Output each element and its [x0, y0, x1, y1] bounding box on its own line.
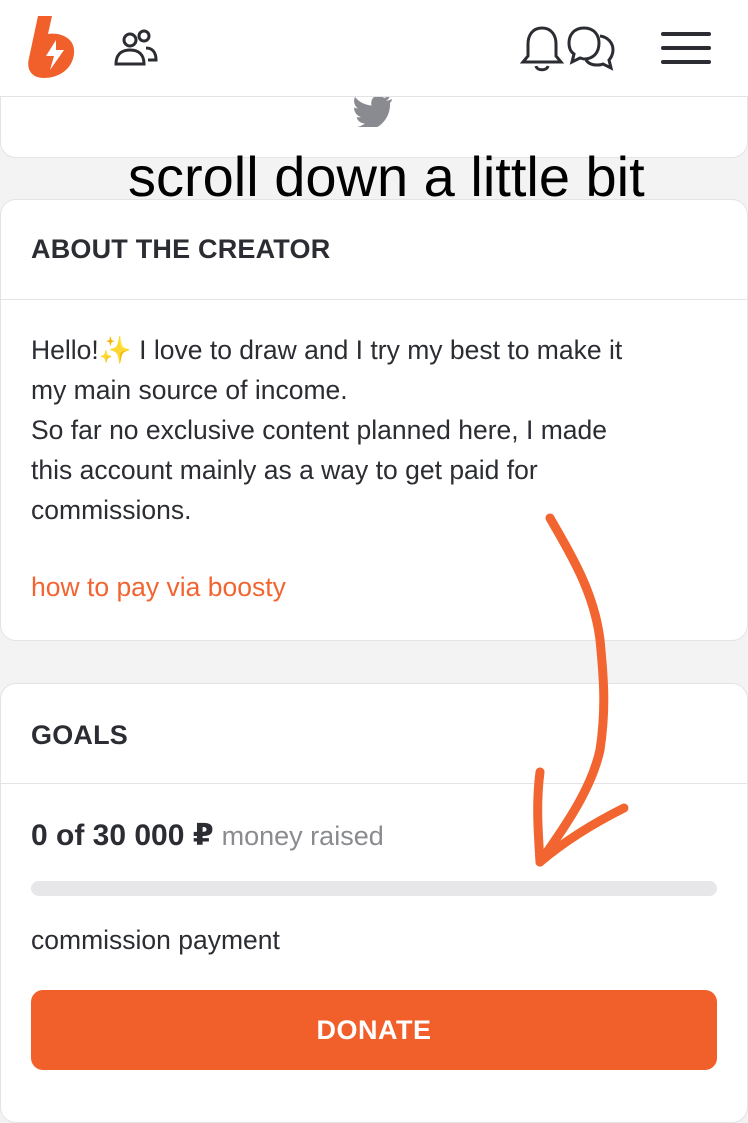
- chat-icon[interactable]: [566, 24, 616, 72]
- about-text-greeting: Hello!: [31, 335, 99, 365]
- how-to-pay-link[interactable]: how to pay via boosty: [31, 572, 286, 603]
- about-text-rest: my main source of income. So far no excl…: [31, 375, 607, 525]
- people-icon[interactable]: [112, 28, 160, 68]
- goals-card: GOALS 0 of 30 000 ₽ money raised commissi…: [0, 683, 748, 1123]
- sparkles-icon: ✨: [98, 335, 132, 365]
- twitter-icon[interactable]: [353, 95, 393, 127]
- goal-amount: 0 of 30 000 ₽ money raised: [31, 818, 384, 853]
- goal-amount-value: 0 of 30 000 ₽: [31, 819, 214, 852]
- boosty-logo-icon[interactable]: [26, 14, 80, 80]
- menu-icon[interactable]: [660, 30, 712, 66]
- about-description: Hello!✨ I love to draw and I try my best…: [31, 330, 721, 530]
- about-card-header: ABOUT THE CREATOR: [1, 200, 747, 300]
- top-navigation-bar: [0, 0, 748, 97]
- about-text-line1: I love to draw and I try my best to make…: [131, 335, 623, 365]
- goals-card-title: GOALS: [31, 720, 129, 750]
- goal-amount-suffix: money raised: [221, 821, 384, 851]
- goal-name: commission payment: [31, 925, 280, 955]
- goal-progress-bar: [31, 881, 717, 896]
- goals-card-header: GOALS: [1, 684, 747, 784]
- donate-button[interactable]: DONATE: [31, 990, 717, 1070]
- bell-icon[interactable]: [520, 24, 564, 74]
- about-creator-card: ABOUT THE CREATOR Hello!✨ I love to draw…: [0, 199, 748, 641]
- annotation-caption: scroll down a little bit: [128, 145, 645, 208]
- about-card-title: ABOUT THE CREATOR: [31, 234, 331, 264]
